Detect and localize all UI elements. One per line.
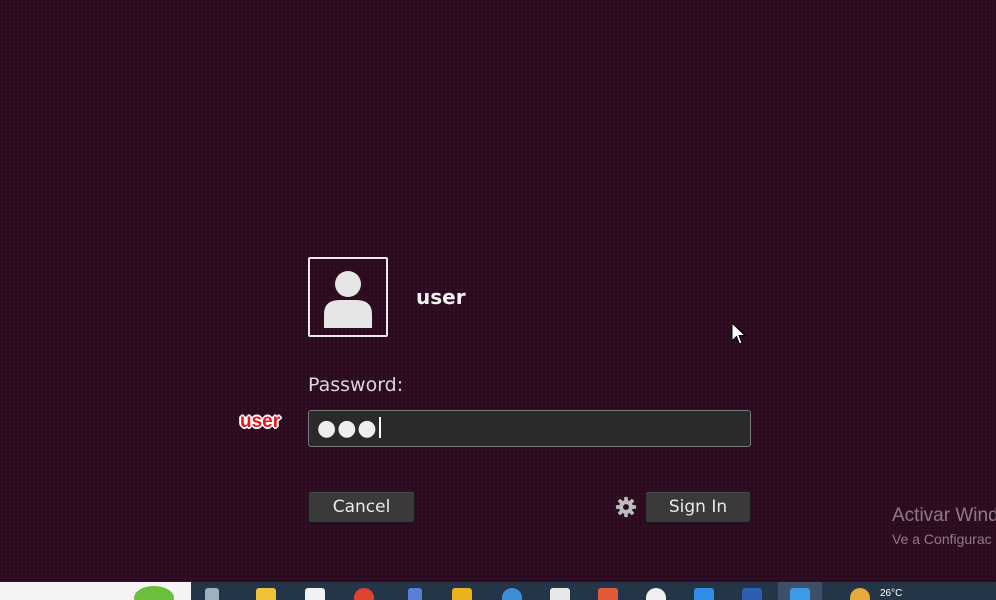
app-icon[interactable] — [502, 588, 522, 600]
app-icon[interactable] — [408, 588, 422, 600]
gear-icon[interactable] — [615, 496, 637, 518]
app-icon[interactable] — [598, 588, 618, 600]
chrome-icon[interactable] — [354, 588, 374, 600]
text-caret — [378, 417, 381, 438]
mail-icon[interactable] — [305, 588, 325, 600]
password-label: Password: — [308, 374, 404, 396]
mouse-cursor-icon — [731, 322, 747, 345]
vscode-icon[interactable] — [694, 588, 714, 600]
weather-icon[interactable] — [850, 588, 870, 600]
weather-temperature[interactable]: 26°C — [880, 588, 902, 599]
user-avatar — [308, 257, 388, 337]
taskbar-search-area[interactable] — [0, 582, 191, 600]
app-icon[interactable] — [790, 588, 810, 600]
word-icon[interactable] — [742, 588, 762, 600]
activation-subtitle: Ve a Configurac — [892, 531, 992, 547]
password-input[interactable]: ●●● — [308, 410, 751, 447]
file-explorer-icon[interactable] — [256, 588, 276, 600]
windows-taskbar: 26°C — [0, 582, 996, 600]
task-view-icon[interactable] — [205, 588, 219, 600]
tree-icon — [134, 586, 174, 600]
app-icon[interactable] — [452, 588, 472, 600]
activation-watermark: Activar Wind Ve a Configurac — [892, 505, 996, 547]
app-icon[interactable] — [550, 588, 570, 600]
activation-title: Activar Wind — [892, 505, 996, 526]
annotation-label: user — [240, 411, 281, 432]
cancel-button[interactable]: Cancel — [308, 491, 415, 523]
xbox-icon[interactable] — [646, 588, 666, 600]
password-masked-value: ●●● — [317, 416, 378, 441]
username-label: user — [416, 285, 466, 309]
user-avatar-icon — [324, 271, 372, 328]
sign-in-button[interactable]: Sign In — [645, 491, 751, 523]
